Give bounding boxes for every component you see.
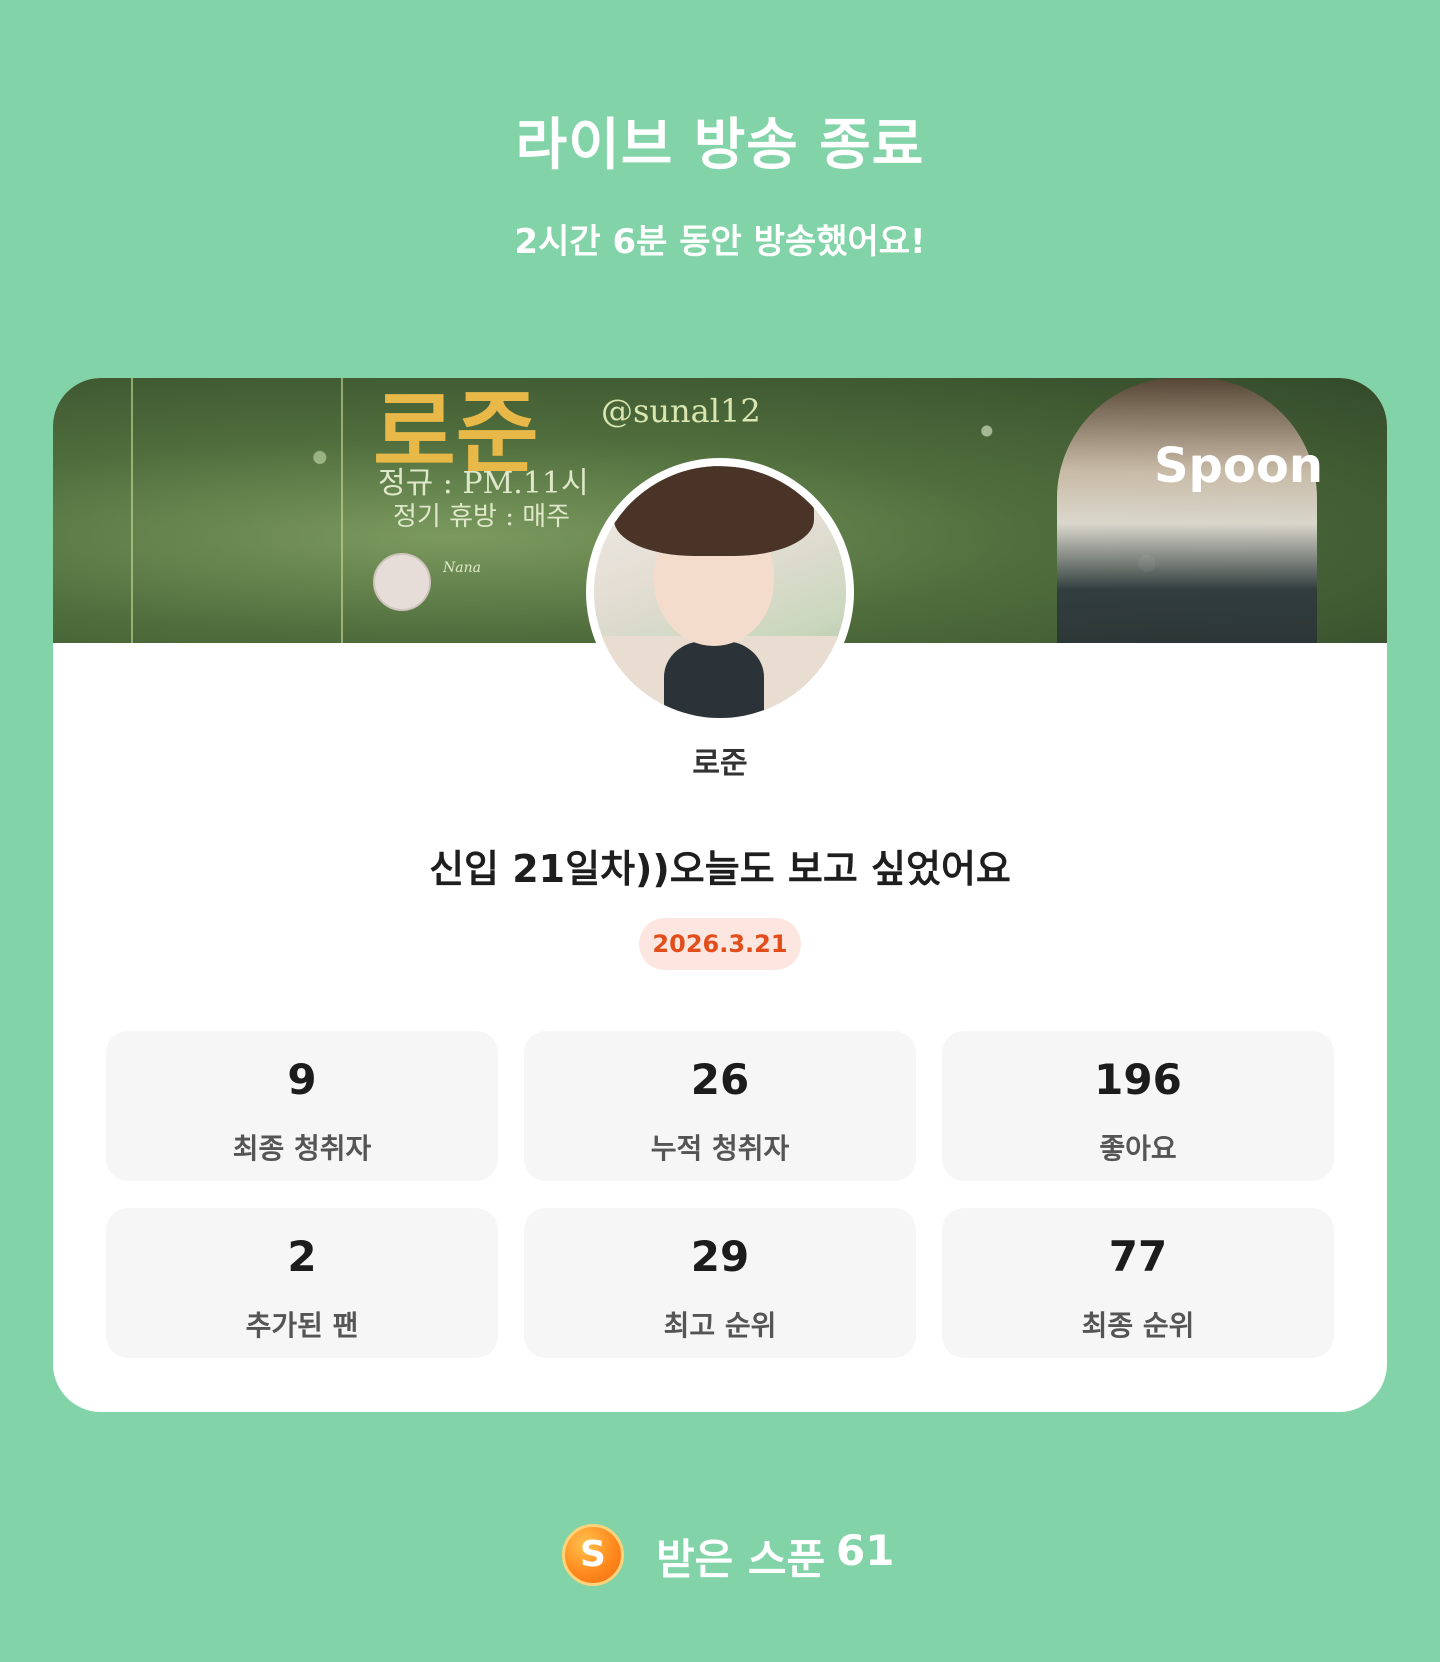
stat-label: 추가된 팬: [245, 1309, 359, 1342]
spoon-count: 61: [836, 1526, 895, 1575]
stat-value: 196: [1094, 1055, 1182, 1104]
summary-card: 로준 @sunal12 정규 : PM.11시 정기 휴방 : 매주 Nana …: [53, 378, 1387, 1412]
banner-mini-name: Nana: [443, 560, 481, 576]
banner-frame-line: [131, 378, 133, 643]
spoon-logo: Spoon: [1153, 438, 1323, 494]
stat-likes: 196 좋아요: [942, 1031, 1334, 1181]
broadcast-duration: 2시간 6분 동안 방송했어요!: [514, 222, 926, 262]
stat-value: 2: [287, 1232, 317, 1281]
spoon-coin-icon: S: [562, 1524, 624, 1586]
stat-value: 26: [690, 1055, 750, 1104]
spoon-label: 받은 스푼: [656, 1535, 826, 1584]
avatar-image: [594, 466, 846, 718]
broadcast-title: 신입 21일차))오늘도 보고 싶었어요: [429, 847, 1011, 891]
stat-final-rank: 77 최종 순위: [942, 1208, 1334, 1358]
stat-final-listeners: 9 최종 청취자: [106, 1031, 498, 1181]
received-spoons: S 받은 스푼 61: [0, 1522, 1440, 1588]
avatar[interactable]: [586, 458, 854, 726]
page-title: 라이브 방송 종료: [515, 113, 925, 178]
stat-best-rank: 29 최고 순위: [524, 1208, 916, 1358]
stat-value: 9: [287, 1055, 317, 1104]
stat-label: 최고 순위: [663, 1309, 777, 1342]
stat-value: 77: [1108, 1232, 1168, 1281]
stat-value: 29: [690, 1232, 750, 1281]
banner-mini-avatar: [373, 553, 431, 611]
banner-handle: @sunal12: [601, 392, 761, 430]
stat-label: 좋아요: [1099, 1132, 1177, 1165]
stat-label: 누적 청취자: [650, 1132, 790, 1165]
stat-label: 최종 청취자: [232, 1132, 372, 1165]
banner-frame-line: [341, 378, 343, 643]
username: 로준: [692, 746, 748, 781]
avatar-hair: [614, 466, 814, 556]
stat-new-fans: 2 추가된 팬: [106, 1208, 498, 1358]
stat-total-listeners: 26 누적 청취자: [524, 1031, 916, 1181]
banner-character-art: [1057, 378, 1317, 643]
date-badge: 2026.3.21: [639, 918, 801, 970]
stat-label: 최종 순위: [1081, 1309, 1195, 1342]
avatar-shirt: [664, 641, 764, 718]
banner-rest: 정기 휴방 : 매주: [393, 502, 571, 532]
